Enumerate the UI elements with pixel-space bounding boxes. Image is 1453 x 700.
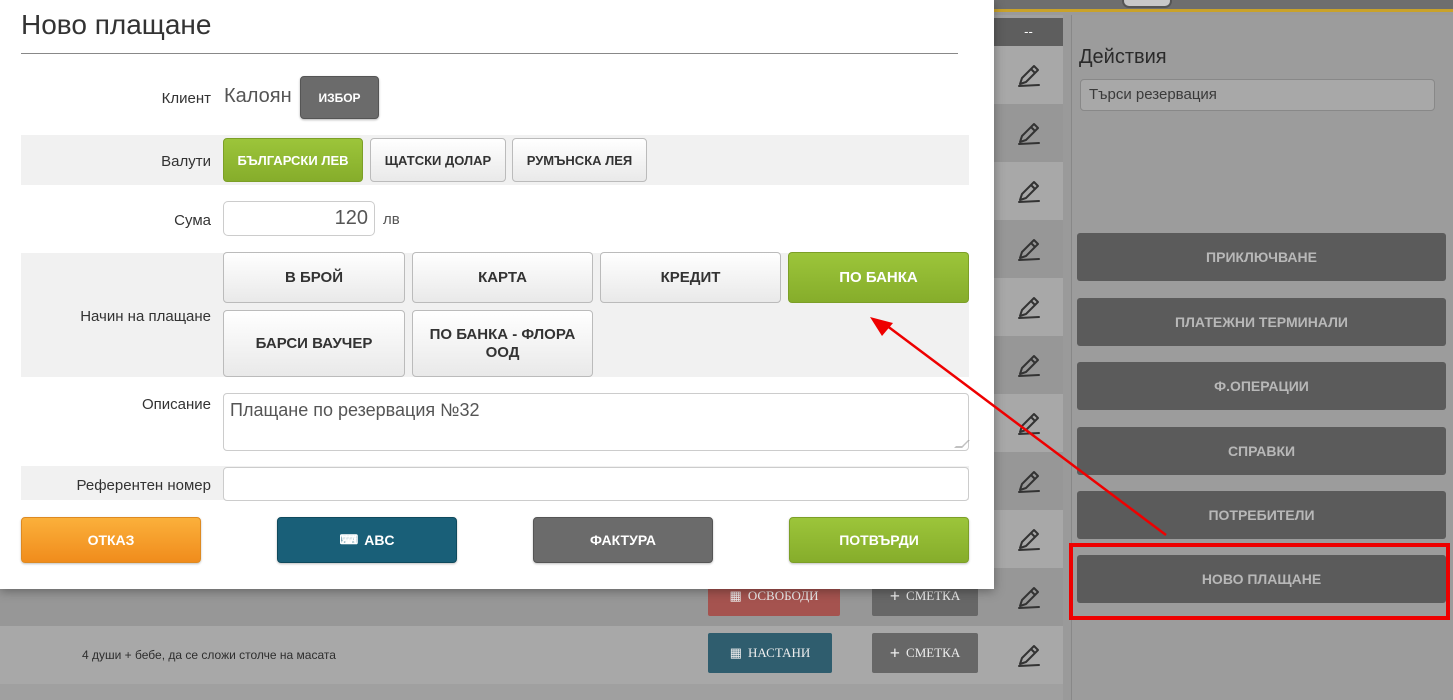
pencil-icon <box>1017 645 1040 667</box>
pencil-icon <box>1017 355 1040 377</box>
reference-label: Референтен номер <box>76 477 211 494</box>
keyboard-icon: ⌨ <box>339 532 359 547</box>
client-label: Клиент <box>161 90 211 107</box>
actions-title: Действия <box>1079 46 1167 68</box>
payment-bank-flora-button[interactable]: ПО БАНКА - ФЛОРА ООД <box>412 310 593 377</box>
currency-bgn-button[interactable]: БЪЛГАРСКИ ЛЕВ <box>223 138 363 182</box>
pencil-icon <box>1017 529 1040 551</box>
pencil-icon <box>1017 587 1040 609</box>
edit-cell[interactable] <box>994 510 1063 568</box>
pencil-icon <box>1017 65 1040 87</box>
top-bar <box>994 0 1453 12</box>
cancel-button[interactable]: ОТКАЗ <box>21 517 201 563</box>
edit-cell[interactable] <box>994 46 1063 104</box>
description-text: Плащане по резервация №32 <box>230 400 480 420</box>
edit-cell[interactable] <box>994 220 1063 278</box>
currency-usd-button[interactable]: ЩАТСКИ ДОЛАР <box>370 138 506 182</box>
pencil-icon <box>1017 123 1040 145</box>
edit-cell[interactable] <box>994 568 1063 626</box>
seat-label: НАСТАНИ <box>748 645 811 660</box>
users-button[interactable]: ПОТРЕБИТЕЛИ <box>1077 491 1446 539</box>
client-name: Калоян <box>224 85 292 107</box>
edit-cell[interactable] <box>994 626 1063 684</box>
edit-cell[interactable] <box>994 278 1063 336</box>
dialog-title: Ново плащане <box>21 9 212 40</box>
table-icon: ▦ <box>729 588 742 603</box>
pencil-icon <box>1017 181 1040 203</box>
edit-cell[interactable] <box>994 394 1063 452</box>
table-header-cell: -- <box>994 18 1063 46</box>
edit-cell[interactable] <box>994 162 1063 220</box>
keyboard-label: ABC <box>364 532 395 548</box>
amount-input[interactable]: 120 <box>223 201 375 236</box>
amount-label: Сума <box>174 212 211 229</box>
plus-icon: + <box>889 642 901 663</box>
add-bill-label: СМЕТКА <box>906 588 961 603</box>
pencil-icon <box>1017 471 1040 493</box>
highlight-annotation <box>1069 543 1450 620</box>
edit-cell[interactable] <box>994 336 1063 394</box>
description-textarea[interactable]: Плащане по резервация №32 <box>223 393 970 451</box>
confirm-button[interactable]: ПОТВЪРДИ <box>789 517 969 563</box>
seat-button[interactable]: ▦ НАСТАНИ <box>708 633 832 673</box>
title-divider <box>21 53 958 54</box>
keyboard-button[interactable]: ⌨ ABC <box>277 517 457 563</box>
pencil-icon <box>1017 297 1040 319</box>
description-label: Описание <box>141 396 211 413</box>
payment-method-label: Начин на плащане <box>80 308 211 325</box>
free-table-label: ОСВОБОДИ <box>747 588 819 603</box>
payment-terminals-button[interactable]: ПЛАТЕЖНИ ТЕРМИНАЛИ <box>1077 298 1446 346</box>
reports-button[interactable]: СПРАВКИ <box>1077 427 1446 475</box>
pencil-icon <box>1017 413 1040 435</box>
new-payment-dialog: Ново плащане Клиент Калоян ИЗБОР Валути … <box>0 0 994 589</box>
add-bill-label: СМЕТКА <box>906 645 961 660</box>
payment-cash-button[interactable]: В БРОЙ <box>223 252 405 303</box>
currency-label: Валути <box>161 153 211 170</box>
add-bill-button[interactable]: + СМЕТКА <box>872 633 978 673</box>
pencil-icon <box>1017 239 1040 261</box>
currency-ron-button[interactable]: РУМЪНСКА ЛЕЯ <box>512 138 647 182</box>
select-client-button[interactable]: ИЗБОР <box>300 76 379 119</box>
reservation-note: 4 души + бебе, да се сложи столче на мас… <box>82 648 336 662</box>
table-icon: ▦ <box>729 645 743 660</box>
fiscal-operations-button[interactable]: Ф.ОПЕРАЦИИ <box>1077 362 1446 410</box>
payment-card-button[interactable]: КАРТА <box>412 252 593 303</box>
finish-button[interactable]: ПРИКЛЮЧВАНЕ <box>1077 233 1446 281</box>
amount-unit: лв <box>383 211 400 228</box>
payment-bank-button[interactable]: ПО БАНКА <box>788 252 969 303</box>
resize-handle-icon[interactable] <box>954 440 970 448</box>
reservation-search-input[interactable]: Търси резервация <box>1080 79 1435 111</box>
invoice-button[interactable]: ФАКТУРА <box>533 517 713 563</box>
edit-cell[interactable] <box>994 452 1063 510</box>
payment-credit-button[interactable]: КРЕДИТ <box>600 252 781 303</box>
reference-input[interactable] <box>223 467 969 501</box>
toggle-switch[interactable] <box>1122 0 1172 8</box>
payment-voucher-button[interactable]: БАРСИ ВАУЧЕР <box>223 310 405 377</box>
edit-cell[interactable] <box>994 104 1063 162</box>
